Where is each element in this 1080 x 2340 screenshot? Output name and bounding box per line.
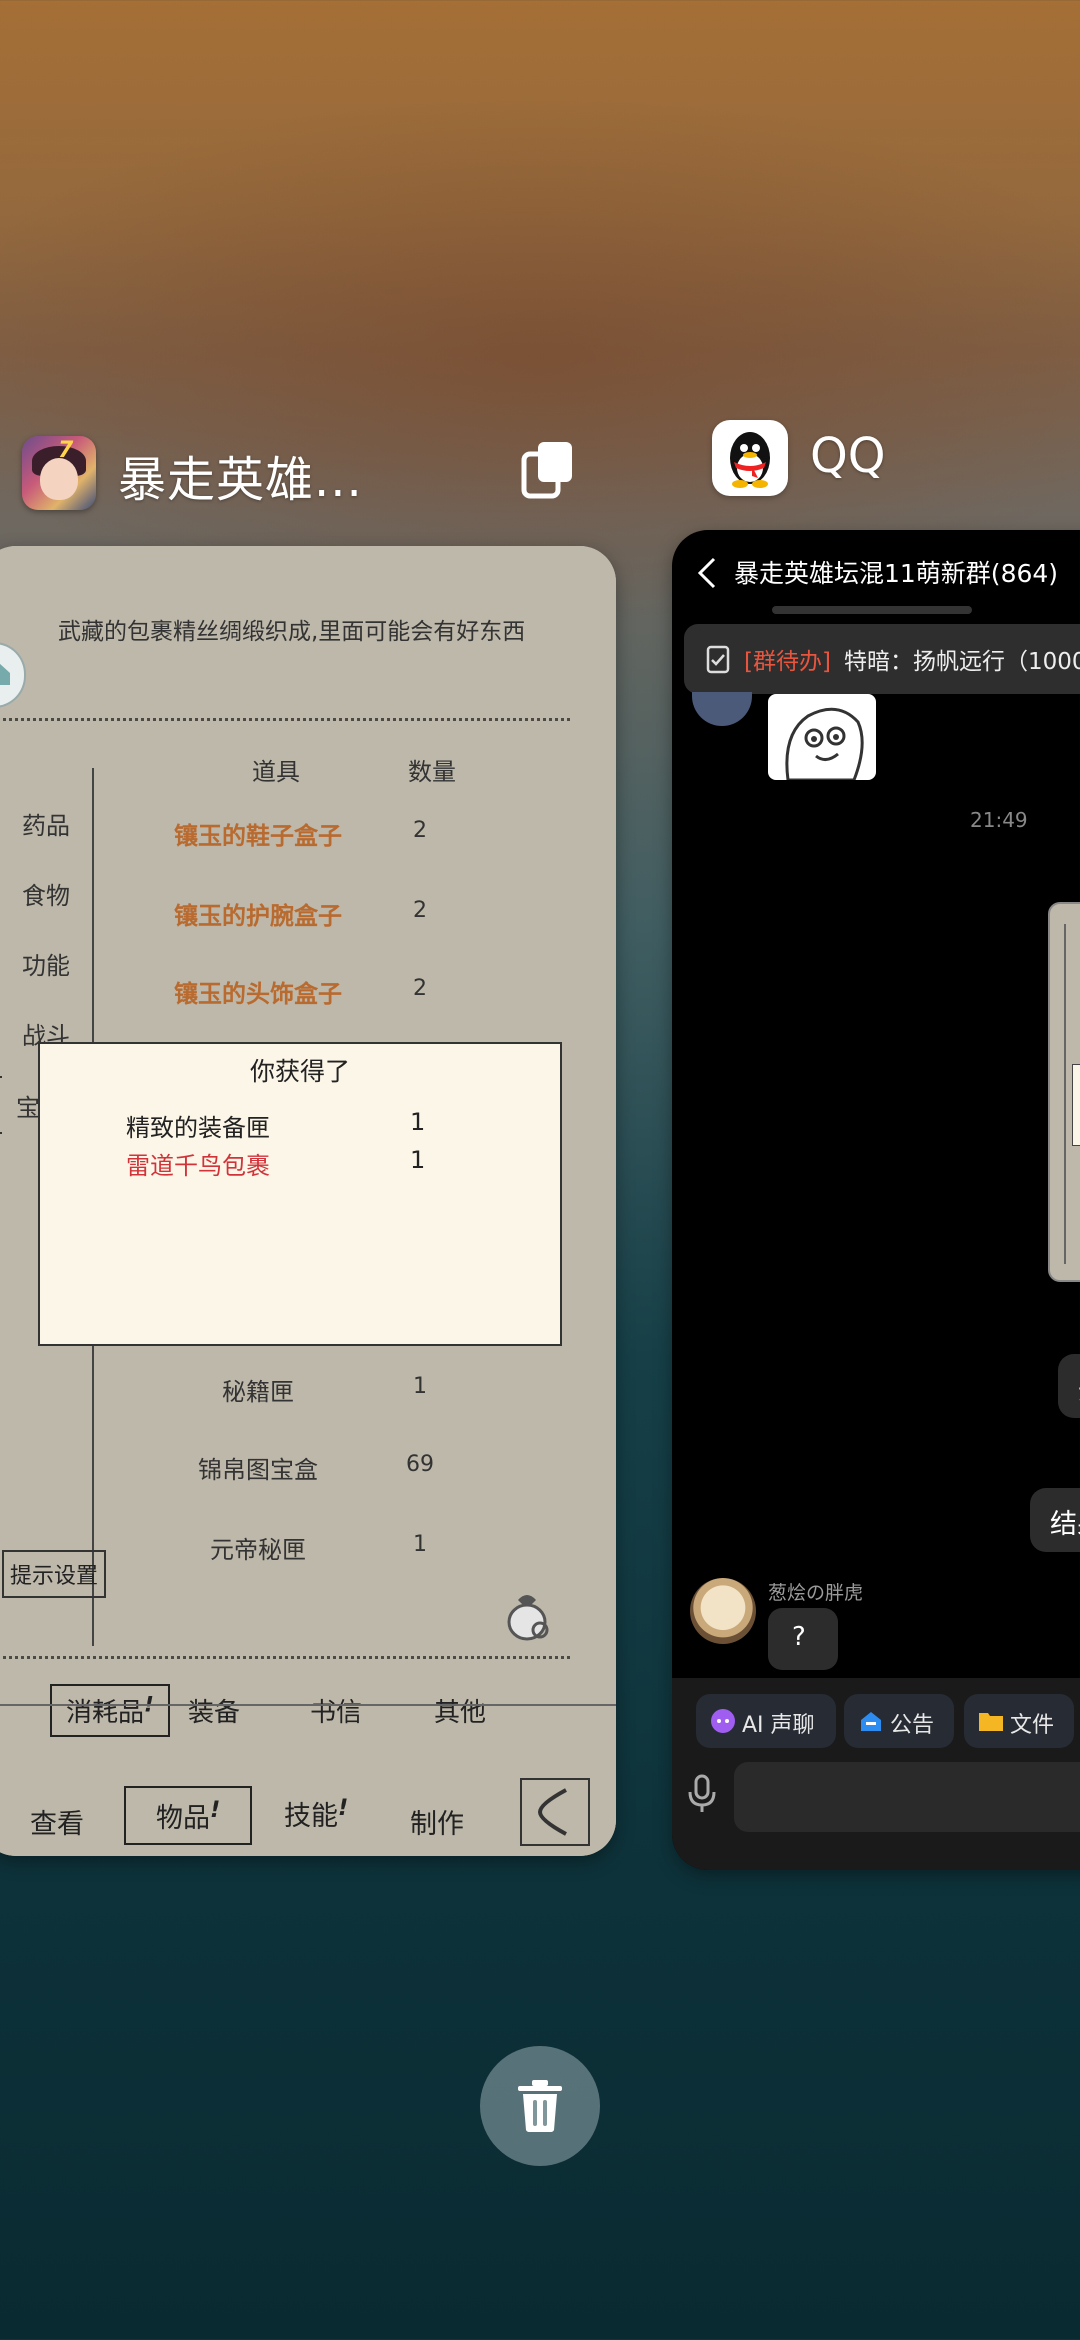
folder-icon: [979, 1713, 1003, 1731]
scroll-indicator: [772, 606, 972, 614]
category-medicine[interactable]: 药品: [22, 806, 70, 841]
subtab-equipment[interactable]: 装备: [188, 1692, 240, 1729]
message-bubble[interactable]: 结果: [1030, 1488, 1080, 1552]
chat-title: 暴走英雄坛混11萌新群(864): [734, 559, 1059, 588]
nav-tab-skills[interactable]: 技能!: [284, 1794, 348, 1833]
banner-text: 特暗：扬帆远行（1000金: [844, 649, 1080, 675]
checklist-icon: [706, 644, 730, 678]
list-item[interactable]: 镶玉的护腕盒子: [108, 896, 408, 931]
column-divider: [92, 1346, 94, 1646]
divider: [0, 718, 570, 721]
reward-item: 精致的装备匣: [126, 1114, 270, 1142]
reward-qty: 1: [410, 1108, 426, 1136]
sticker-image[interactable]: [768, 694, 876, 780]
chevron-left-icon[interactable]: [696, 556, 718, 594]
trash-icon: [518, 2080, 562, 2132]
item-qty: 2: [413, 976, 427, 1001]
item-qty: 69: [406, 1452, 434, 1477]
home-icon: [0, 663, 10, 685]
announcement-icon: [861, 1712, 881, 1731]
item-description: 武藏的包裹精丝绸缎织成,里面可能会有好东西: [58, 619, 526, 645]
list-item[interactable]: 镶玉的鞋子盒子: [108, 816, 408, 851]
subtab-other[interactable]: 其他: [434, 1692, 486, 1729]
item-qty: 2: [413, 818, 427, 843]
message-timestamp: 21:49: [970, 808, 1028, 832]
list-item[interactable]: 镶玉的头饰盒子: [108, 974, 408, 1009]
hint-settings-button[interactable]: 提示设置: [2, 1550, 107, 1598]
category-function[interactable]: 功能: [22, 946, 70, 981]
recent-task-card-game[interactable]: 武藏的包裹精丝绸缎织成,里面可能会有好东西 道具 数量 药品 食物 功能 战斗 …: [0, 546, 616, 1856]
shared-screenshot-thumbnail[interactable]: [1048, 902, 1080, 1282]
subtab-consumables[interactable]: 消耗品!: [50, 1684, 170, 1737]
item-qty: 1: [413, 1532, 427, 1557]
sender-name: 葱烩の胖虎: [768, 1582, 864, 1604]
avatar[interactable]: [690, 1578, 756, 1644]
microphone-icon[interactable]: [686, 1774, 718, 1818]
subtab-letters[interactable]: 书信: [310, 1692, 362, 1729]
reward-qty: 1: [410, 1146, 426, 1174]
column-header-qty: 数量: [408, 758, 456, 786]
clear-all-tasks-button[interactable]: [480, 2046, 600, 2166]
game-app-icon[interactable]: 7: [22, 436, 96, 510]
reward-item: 雷道千鸟包裹: [126, 1152, 270, 1180]
game-back-button[interactable]: [520, 1778, 590, 1846]
reward-dialog[interactable]: 你获得了 精致的装备匣 1 雷道千鸟包裹 1: [38, 1042, 562, 1346]
message-bubble[interactable]: ?: [768, 1608, 838, 1670]
divider: [0, 1704, 616, 1706]
nav-tab-view[interactable]: 查看: [30, 1802, 84, 1841]
split-screen-icon[interactable]: [520, 440, 576, 500]
message-bubble[interactable]: 开: [1058, 1354, 1080, 1418]
qq-app-icon[interactable]: [712, 420, 788, 496]
column-header-item: 道具: [252, 758, 300, 786]
category-treasure[interactable]: 宝: [0, 1076, 40, 1134]
item-qty: 2: [413, 898, 427, 923]
bag-icon[interactable]: [502, 1586, 552, 1646]
files-button[interactable]: 文件: [964, 1694, 1074, 1748]
left-task-title: 暴走英雄...: [118, 452, 363, 508]
message-input[interactable]: [734, 1762, 1080, 1832]
item-qty: 1: [413, 1374, 427, 1399]
avatar[interactable]: [692, 692, 752, 726]
list-item[interactable]: 锦帛图宝盒: [108, 1450, 408, 1485]
right-task-title: QQ: [810, 428, 886, 484]
nav-tab-items[interactable]: 物品!: [124, 1786, 253, 1845]
back-arrow-icon: [537, 1788, 567, 1836]
group-todo-banner[interactable]: [群待办] 特暗：扬帆远行（1000金: [684, 624, 1080, 694]
nav-tab-craft[interactable]: 制作: [410, 1802, 464, 1841]
banner-tag: [群待办]: [744, 649, 831, 675]
announcement-button[interactable]: 公告: [844, 1694, 954, 1748]
dialog-title: 你获得了: [249, 1057, 350, 1086]
recent-task-card-qq[interactable]: 暴走英雄坛混11萌新群(864) [群待办] 特暗：扬帆远行（1000金 21:…: [672, 530, 1080, 1870]
divider: [0, 1656, 570, 1659]
ai-chat-icon: [711, 1709, 735, 1733]
category-food[interactable]: 食物: [22, 876, 70, 911]
list-item[interactable]: 元帝秘匣: [108, 1530, 408, 1565]
list-item[interactable]: 秘籍匣: [108, 1372, 408, 1407]
ai-voice-chat-button[interactable]: AI 声聊: [696, 1694, 836, 1748]
